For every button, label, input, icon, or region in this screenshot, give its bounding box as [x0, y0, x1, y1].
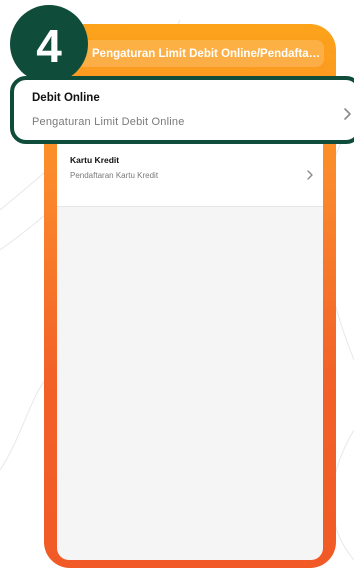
chevron-right-icon — [344, 108, 351, 120]
chevron-right-icon — [307, 169, 313, 180]
step-number: 4 — [36, 20, 62, 72]
list-item-kartu-kredit[interactable]: Kartu Kredit Pendaftaran Kartu Kredit — [57, 143, 323, 207]
debit-online-subtitle: Pengaturan Limit Debit Online — [32, 116, 185, 128]
kartu-kredit-subtitle: Pendaftaran Kartu Kredit — [70, 171, 159, 180]
kartu-kredit-title: Kartu Kredit — [70, 155, 120, 165]
debit-online-title: Debit Online — [32, 92, 100, 104]
list-item-debit-online[interactable]: Debit Online Pengaturan Limit Debit Onli… — [10, 76, 354, 144]
header-title: Pengaturan Limit Debit Online/Pendaftara… — [92, 48, 324, 60]
screen-content: Kartu Kredit Pendaftaran Kartu Kredit — [57, 82, 323, 560]
step-number-badge: 4 — [10, 5, 88, 83]
